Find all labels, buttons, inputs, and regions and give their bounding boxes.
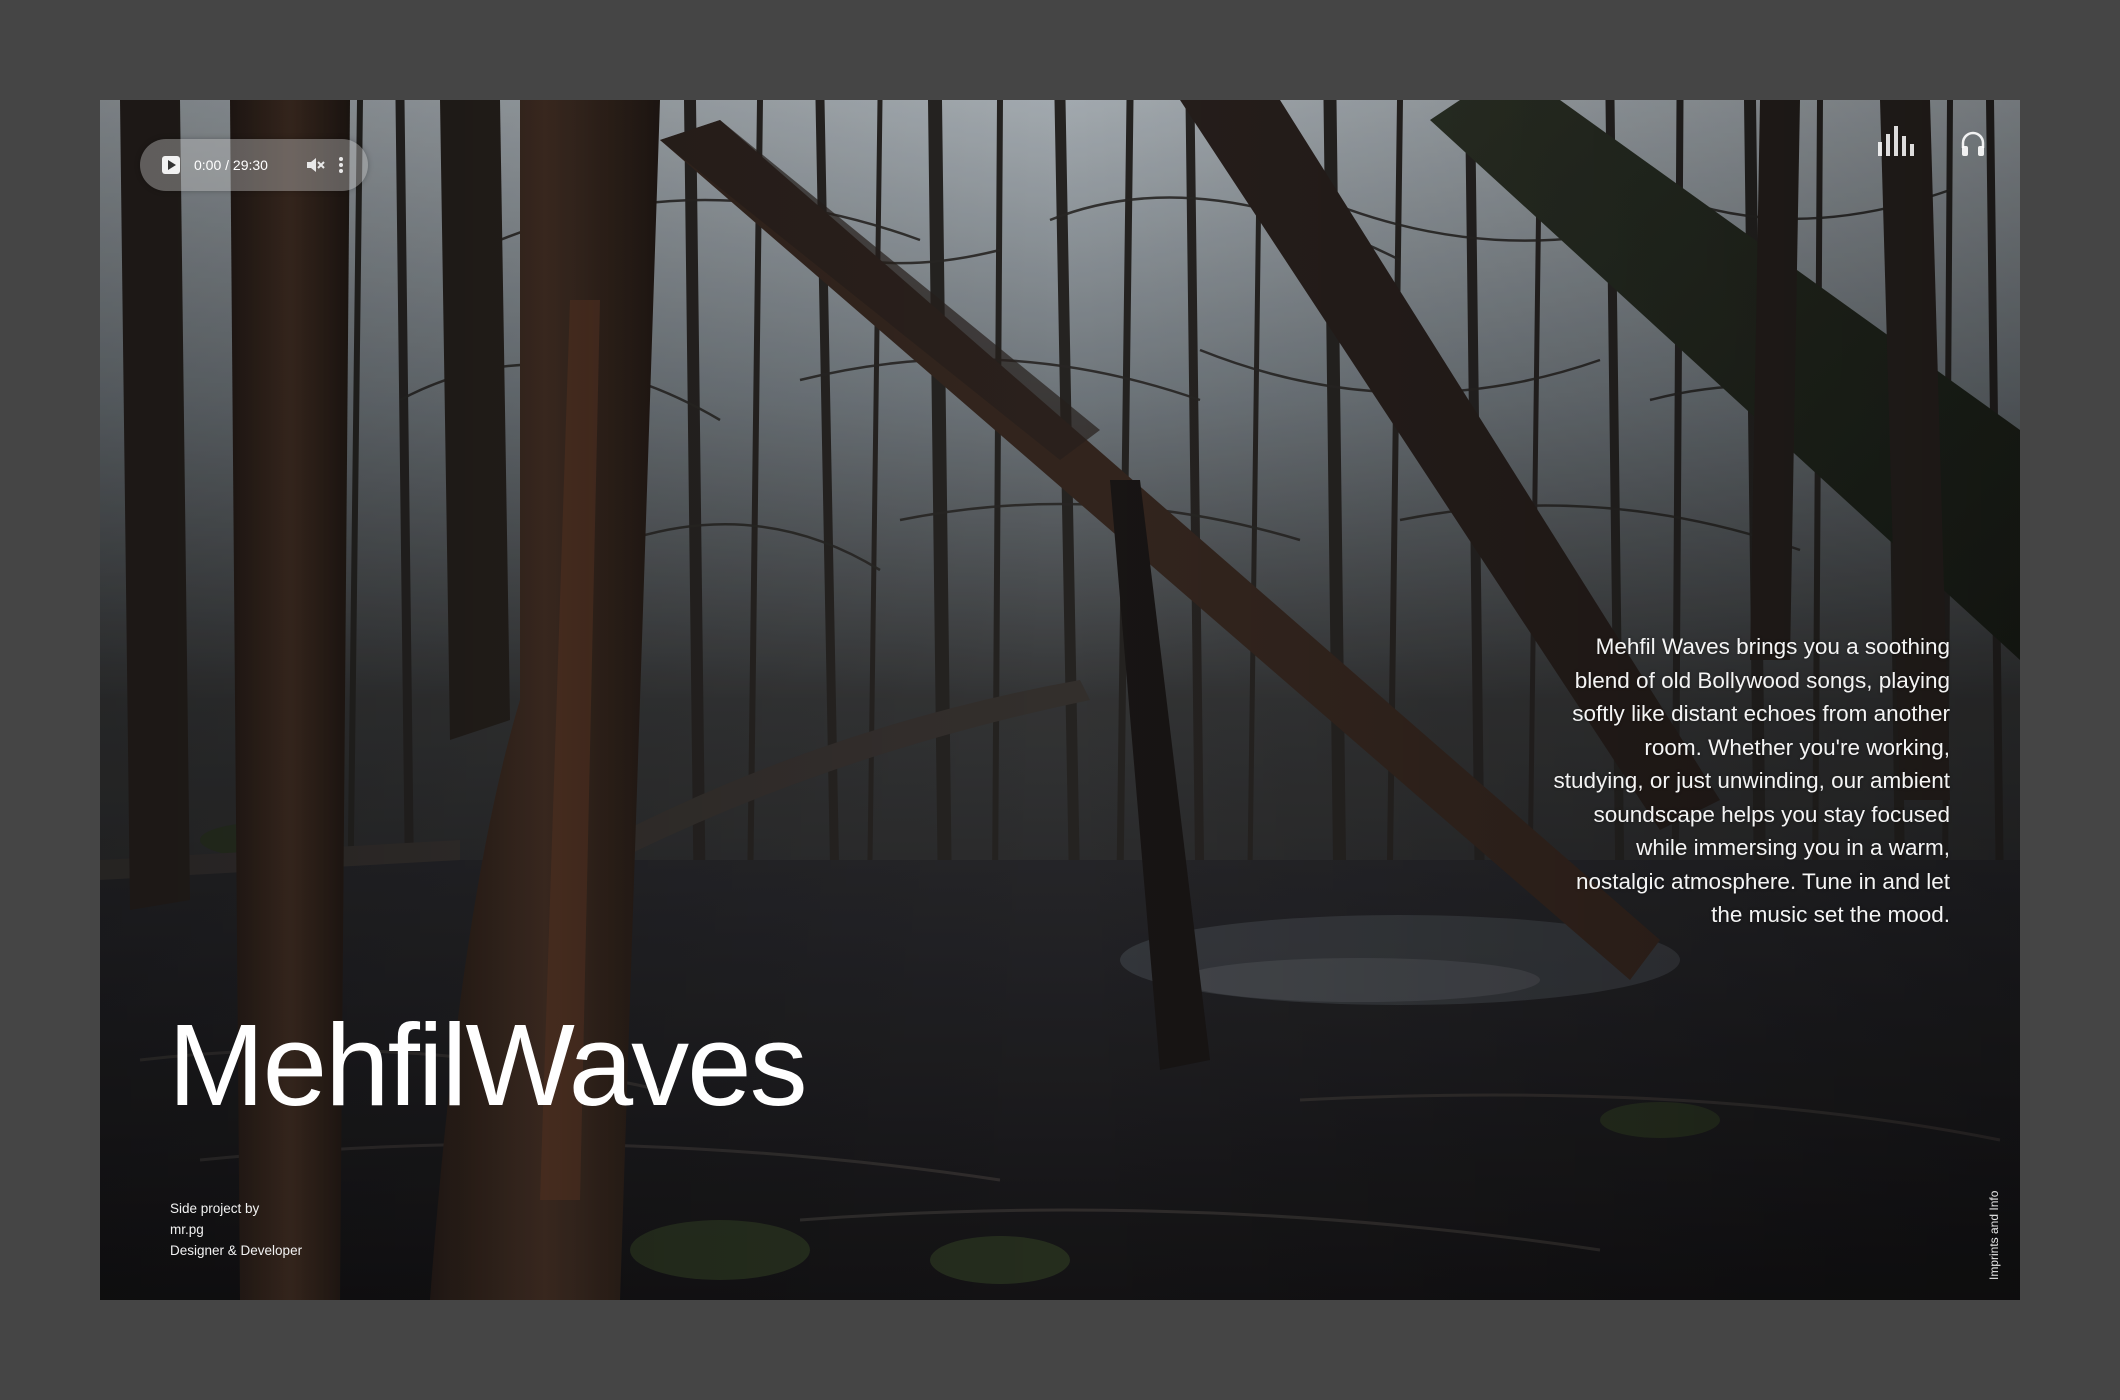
more-vertical-icon[interactable] — [337, 154, 345, 176]
credits-line-1: Side project by — [170, 1201, 260, 1216]
play-icon[interactable] — [162, 156, 180, 174]
credits-author: mr.pg — [170, 1222, 204, 1237]
brand-title: MehfilWaves — [168, 1000, 808, 1130]
credits-role: Designer & Developer — [170, 1243, 303, 1258]
mute-icon[interactable] — [304, 154, 326, 176]
imprint-link[interactable]: Imprints and Info — [1987, 1191, 2001, 1280]
description-text: Mehfil Waves brings you a soothing blend… — [1553, 634, 1950, 927]
credits: Side project by mr.pg Designer & Develop… — [170, 1198, 302, 1261]
equalizer-icon[interactable] — [1876, 122, 1920, 156]
time-display: 0:00 / 29:30 — [194, 157, 268, 173]
audio-player: 0:00 / 29:30 — [140, 139, 368, 191]
hero-frame: 0:00 / 29:30 Mehfil Waves brings you a s… — [100, 100, 2020, 1300]
headphone-icon[interactable] — [1960, 130, 1986, 158]
